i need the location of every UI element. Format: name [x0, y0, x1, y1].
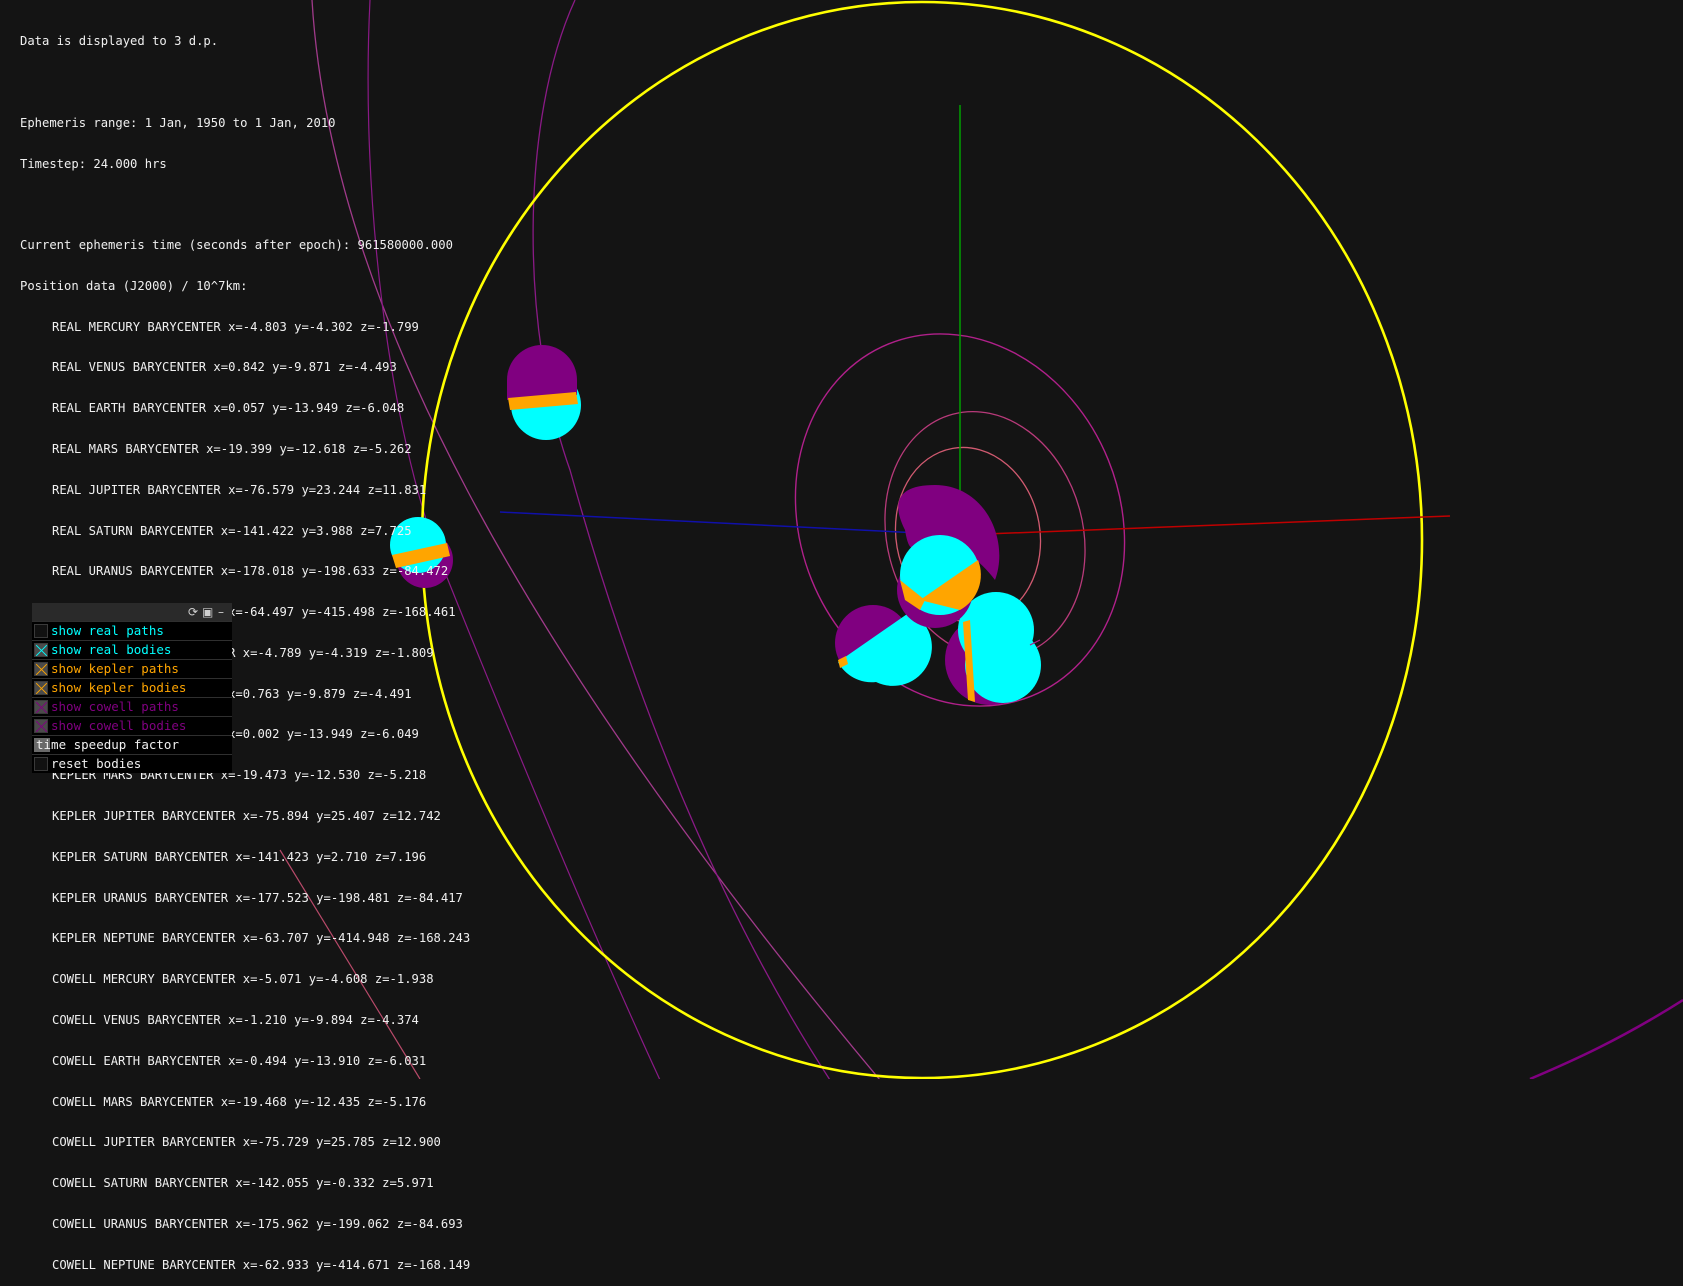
control-label: show cowell bodies: [51, 718, 187, 733]
position-row: KEPLER NEPTUNE BARYCENTER x=-63.707 y=-4…: [52, 931, 471, 946]
control-label: time speedup factor: [36, 737, 179, 752]
show-real-bodies-toggle[interactable]: show real bodies: [32, 640, 232, 659]
outer-orbit-arc-bottom-right: [1529, 998, 1683, 1079]
show-cowell-bodies-toggle[interactable]: show cowell bodies: [32, 716, 232, 735]
timestep-text: Timestep: 24.000 hrs: [20, 156, 167, 171]
control-label: show cowell paths: [51, 699, 179, 714]
position-row: COWELL EARTH BARYCENTER x=-0.494 y=-13.9…: [52, 1053, 427, 1068]
time-speedup-slider[interactable]: time speedup factor: [32, 735, 232, 754]
position-row: KEPLER JUPITER BARYCENTER x=-75.894 y=25…: [52, 809, 441, 824]
position-row: KEPLER SATURN BARYCENTER x=-141.423 y=2.…: [52, 849, 427, 864]
outer-orbit-arc-left-2: [532, 0, 831, 1079]
position-row: COWELL VENUS BARYCENTER x=-1.210 y=-9.89…: [52, 1012, 419, 1027]
control-label: show kepler bodies: [51, 680, 187, 695]
position-row: COWELL URANUS BARYCENTER x=-175.962 y=-1…: [52, 1216, 463, 1231]
control-label: show kepler paths: [51, 661, 179, 676]
position-row: REAL JUPITER BARYCENTER x=-76.579 y=23.2…: [52, 482, 427, 497]
control-label: reset bodies: [51, 756, 142, 771]
minimize-icon[interactable]: –: [218, 604, 224, 620]
checkbox[interactable]: [34, 662, 48, 676]
settings-panel: ⟳ ▣ – show real paths show real bodies sho…: [32, 603, 232, 773]
checkbox[interactable]: [34, 643, 48, 657]
current-time-text: Current ephemeris time (seconds after ep…: [20, 238, 453, 253]
control-label: show real paths: [51, 623, 164, 638]
position-row: KEPLER URANUS BARYCENTER x=-177.523 y=-1…: [52, 890, 463, 905]
save-icon[interactable]: ▣: [202, 604, 213, 620]
z-axis: [499, 511, 961, 536]
checkbox[interactable]: [34, 719, 48, 733]
show-kepler-paths-toggle[interactable]: show kepler paths: [32, 659, 232, 678]
checkbox[interactable]: [34, 624, 48, 638]
control-label: show real bodies: [51, 642, 172, 657]
position-row: REAL URANUS BARYCENTER x=-178.018 y=-198…: [52, 564, 449, 579]
position-row: COWELL NEPTUNE BARYCENTER x=-62.933 y=-4…: [52, 1257, 471, 1272]
position-row: REAL MERCURY BARYCENTER x=-4.803 y=-4.30…: [52, 319, 419, 334]
position-row: COWELL MERCURY BARYCENTER x=-5.071 y=-4.…: [52, 972, 434, 987]
position-row: COWELL SATURN BARYCENTER x=-142.055 y=-0…: [52, 1176, 434, 1191]
position-row: REAL MARS BARYCENTER x=-19.399 y=-12.618…: [52, 442, 412, 456]
panel-titlebar[interactable]: ⟳ ▣ –: [32, 603, 232, 621]
precision-text: Data is displayed to 3 d.p.: [20, 34, 219, 49]
checkbox[interactable]: [34, 700, 48, 714]
reset-bodies-button[interactable]: reset bodies: [32, 754, 232, 773]
checkbox[interactable]: [34, 681, 48, 695]
refresh-icon[interactable]: ⟳: [188, 604, 198, 620]
position-row: REAL EARTH BARYCENTER x=0.057 y=-13.949 …: [52, 401, 405, 416]
x-axis: [959, 515, 1451, 536]
show-kepler-bodies-toggle[interactable]: show kepler bodies: [32, 678, 232, 697]
button-icon[interactable]: [34, 757, 48, 771]
position-row: REAL VENUS BARYCENTER x=0.842 y=-9.871 z…: [52, 360, 397, 375]
position-row: REAL SATURN BARYCENTER x=-141.422 y=3.98…: [52, 523, 412, 538]
position-row: COWELL MARS BARYCENTER x=-19.468 y=-12.4…: [52, 1094, 427, 1109]
position-header: Position data (J2000) / 10^7km:: [20, 278, 248, 293]
show-real-paths-toggle[interactable]: show real paths: [32, 621, 232, 640]
show-cowell-paths-toggle[interactable]: show cowell paths: [32, 697, 232, 716]
ephemeris-range-text: Ephemeris range: 1 Jan, 1950 to 1 Jan, 2…: [20, 115, 336, 130]
position-row: COWELL JUPITER BARYCENTER x=-75.729 y=25…: [52, 1135, 441, 1150]
jupiter-bodies: [507, 345, 581, 440]
